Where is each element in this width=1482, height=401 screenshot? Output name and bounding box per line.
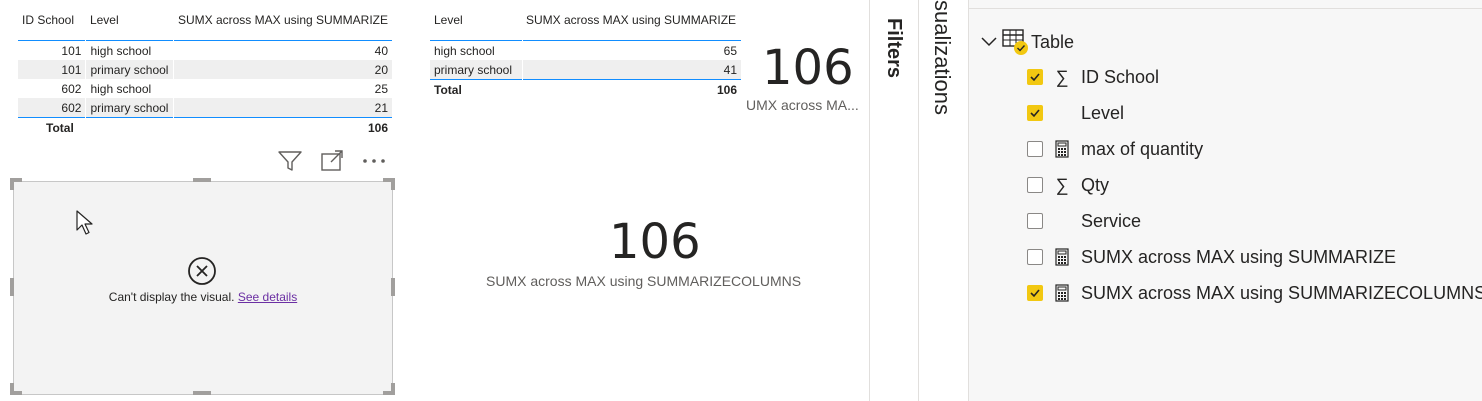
column-header[interactable]: Level: [430, 0, 522, 41]
table-cell: 41: [521, 60, 741, 80]
sigma-icon: ∑: [1055, 66, 1069, 87]
field-item-max-of-quantity[interactable]: max of quantity: [1027, 131, 1203, 167]
field-item-service[interactable]: Service: [1027, 203, 1141, 239]
focus-mode-icon[interactable]: [319, 148, 345, 174]
field-item-qty[interactable]: ∑ Qty: [1027, 167, 1109, 203]
column-header[interactable]: SUMX across MAX using SUMMARIZE: [522, 0, 741, 41]
calculator-icon: [1053, 140, 1071, 158]
table-cell: primary school: [434, 62, 513, 77]
table-cell: 602: [61, 100, 82, 115]
field-item-id-school[interactable]: ∑ ID School: [1027, 59, 1159, 95]
column-header[interactable]: Level: [86, 0, 174, 41]
see-details-link[interactable]: See details: [238, 290, 297, 304]
calculator-icon: [1053, 248, 1071, 266]
chevron-down-icon[interactable]: [980, 33, 998, 51]
filters-pane-label[interactable]: Filters: [882, 18, 905, 78]
checkbox-unchecked-icon[interactable]: [1027, 213, 1043, 229]
table-cell: 20: [173, 60, 392, 79]
error-circle-x-icon: [188, 257, 216, 285]
table-cell: 65: [521, 40, 741, 60]
table-cell: 602: [61, 81, 82, 96]
resize-handle[interactable]: [10, 178, 14, 190]
mouse-cursor-icon: [76, 210, 93, 235]
error-visual-container[interactable]: [13, 181, 393, 395]
more-options-icon[interactable]: [361, 148, 387, 174]
table-row[interactable]: 101 primary school 20: [18, 60, 392, 79]
total-value: 106: [522, 79, 741, 99]
table-total-row: Total 106: [18, 117, 392, 137]
resize-handle[interactable]: [10, 383, 14, 395]
total-label: Total: [18, 117, 86, 137]
checkbox-checked-icon[interactable]: [1027, 105, 1043, 121]
field-label: Service: [1081, 210, 1142, 231]
field-item-sumx-summarizecolumns[interactable]: SUMX across MAX using SUMMARIZECOLUMNS: [1027, 275, 1482, 311]
table-cell: high school: [85, 40, 174, 60]
calculator-icon: [1053, 284, 1071, 302]
total-label: Total: [430, 79, 522, 99]
table-cell: 25: [173, 79, 392, 98]
field-label: SUMX across MAX using SUMMARIZECOLUMNS: [1081, 282, 1482, 303]
field-label: max of quantity: [1081, 138, 1204, 159]
card-1-value: 106: [762, 40, 854, 96]
pane-divider: [869, 0, 870, 401]
field-item-sumx-summarize[interactable]: SUMX across MAX using SUMMARIZE: [1027, 239, 1396, 275]
table-cell: 101: [61, 62, 82, 77]
card-2-value: 106: [609, 214, 701, 270]
card-2-label: SUMX across MAX using SUMMARIZECOLUMNS: [486, 273, 802, 289]
total-value: 106: [173, 117, 392, 137]
resize-handle[interactable]: [193, 391, 211, 395]
checkbox-unchecked-icon[interactable]: [1027, 141, 1043, 157]
sigma-icon: ∑: [1055, 174, 1069, 195]
table-header-row: Level SUMX across MAX using SUMMARIZE: [430, 0, 741, 41]
checkbox-checked-icon[interactable]: [1027, 285, 1043, 301]
field-label: Level: [1081, 102, 1125, 123]
table-cell: primary school: [85, 98, 174, 118]
card-1-label: UMX across MA...: [746, 97, 859, 113]
resize-handle[interactable]: [391, 383, 395, 395]
pane-divider: [918, 0, 919, 401]
resize-handle[interactable]: [193, 178, 211, 182]
field-item-level[interactable]: Level: [1027, 95, 1124, 131]
field-label: SUMX across MAX using SUMMARIZE: [1081, 246, 1397, 267]
table-row[interactable]: primary school 41: [430, 60, 741, 80]
table-visual-1[interactable]: ID School Level SUMX across MAX using SU…: [18, 0, 392, 137]
field-label: ID School: [1081, 66, 1160, 87]
table-row[interactable]: 602 primary school 21: [18, 98, 392, 118]
checkbox-checked-icon[interactable]: [1027, 69, 1043, 85]
table-row[interactable]: 101 high school 40: [18, 40, 392, 60]
table-cell: 40: [173, 40, 392, 60]
column-header[interactable]: ID School: [18, 0, 86, 41]
filter-icon[interactable]: [277, 148, 303, 174]
resize-handle[interactable]: [391, 178, 395, 190]
table-cell: 21: [173, 98, 392, 118]
table-name-label: Table: [1031, 31, 1075, 52]
table-visual-2[interactable]: Level SUMX across MAX using SUMMARIZE hi…: [430, 0, 741, 99]
visualizations-pane-label[interactable]: sualizations: [929, 0, 955, 115]
table-row[interactable]: high school 65: [430, 40, 741, 60]
fields-table-node[interactable]: Table: [980, 28, 1074, 56]
error-message: Can't display the visual. See details: [0, 290, 406, 304]
table-total-row: Total 106: [430, 79, 741, 99]
column-header[interactable]: SUMX across MAX using SUMMARIZE: [174, 0, 392, 41]
checkbox-unchecked-icon[interactable]: [1027, 177, 1043, 193]
field-label: Qty: [1081, 174, 1110, 195]
table-cell: 101: [61, 43, 82, 58]
table-row[interactable]: 602 high school 25: [18, 79, 392, 98]
checkbox-unchecked-icon[interactable]: [1027, 249, 1043, 265]
pane-divider: [969, 8, 1482, 9]
table-header-row: ID School Level SUMX across MAX using SU…: [18, 0, 392, 41]
table-cell: high school: [434, 43, 495, 58]
table-cell: primary school: [85, 60, 174, 79]
table-cell: high school: [85, 79, 174, 98]
error-text: Can't display the visual.: [108, 290, 235, 304]
table-checked-icon: [1002, 29, 1028, 55]
